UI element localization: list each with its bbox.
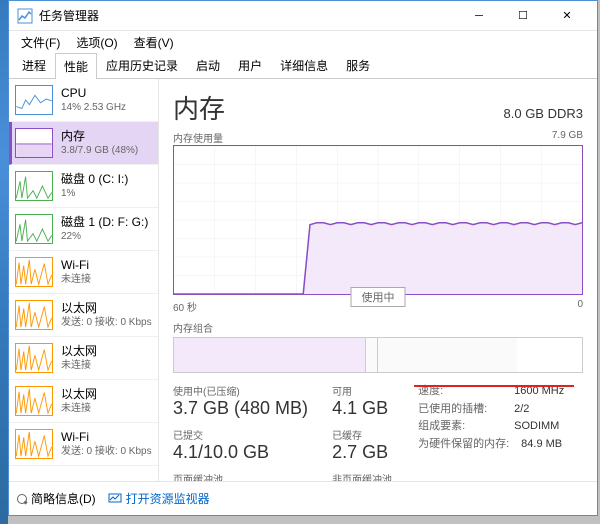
footer: 简略信息(D) 打开资源监视器	[9, 481, 597, 515]
annotation-underline	[414, 385, 574, 387]
sidebar-item-label: 以太网	[61, 387, 152, 403]
sparkline-icon	[15, 300, 53, 330]
stat-committed-value: 4.1/10.0 GB	[173, 442, 308, 463]
sidebar-item-value: 14% 2.53 GHz	[61, 101, 152, 114]
sparkline-icon	[15, 343, 53, 373]
minimize-button[interactable]: ─	[457, 1, 501, 31]
sidebar-item-disk-2[interactable]: 磁盘 0 (C: I:)1%	[9, 165, 158, 208]
tab-processes[interactable]: 进程	[13, 52, 55, 78]
stat-cached-label: 已缓存	[332, 427, 394, 442]
task-manager-window: 任务管理器 ─ ☐ ✕ 文件(F) 选项(O) 查看(V) 进程 性能 应用历史…	[8, 0, 598, 516]
kv-hw-key: 为硬件保留的内存:	[418, 436, 509, 454]
kv-slots-val: 2/2	[514, 401, 529, 419]
tab-app-history[interactable]: 应用历史记录	[97, 52, 187, 78]
maximize-button[interactable]: ☐	[501, 1, 545, 31]
sidebar-item-label: 磁盘 0 (C: I:)	[61, 172, 152, 188]
tab-users[interactable]: 用户	[229, 52, 271, 78]
tabbar: 进程 性能 应用历史记录 启动 用户 详细信息 服务	[9, 53, 597, 79]
tab-details[interactable]: 详细信息	[271, 52, 337, 78]
sparkline-icon	[15, 386, 53, 416]
sidebar-item-net-4[interactable]: Wi-Fi未连接	[9, 251, 158, 294]
sidebar-item-label: 内存	[61, 129, 152, 145]
kv-hw-val: 84.9 MB	[521, 436, 562, 454]
sidebar-item-value: 未连接	[61, 273, 152, 286]
inuse-badge: 使用中	[351, 287, 406, 307]
sparkline-icon	[15, 171, 53, 201]
stat-cached-value: 2.7 GB	[332, 442, 394, 463]
sidebar-item-label: Wi-Fi	[61, 258, 152, 274]
sparkline-icon	[15, 85, 53, 115]
sidebar-item-value: 22%	[61, 230, 152, 243]
app-icon	[17, 8, 33, 24]
fewer-details-button[interactable]: 简略信息(D)	[17, 490, 96, 507]
chevron-up-icon	[17, 494, 27, 504]
open-resource-monitor-link[interactable]: 打开资源监视器	[108, 490, 210, 507]
sidebar-item-label: 以太网	[61, 344, 152, 360]
chart-y-max: 7.9 GB	[552, 130, 583, 145]
stat-inuse-value: 3.7 GB (480 MB)	[173, 398, 308, 419]
sidebar-item-label: Wi-Fi	[61, 430, 152, 446]
sidebar-item-value: 未连接	[61, 359, 152, 372]
menu-file[interactable]: 文件(F)	[13, 32, 68, 53]
sparkline-icon	[15, 257, 53, 287]
kv-slots-key: 已使用的插槽:	[418, 401, 502, 419]
sparkline-icon	[15, 429, 53, 459]
close-button[interactable]: ✕	[545, 1, 589, 31]
window-title: 任务管理器	[39, 7, 457, 24]
stat-avail-value: 4.1 GB	[332, 398, 394, 419]
memory-composition-chart	[173, 337, 583, 373]
chart-x-right: 0	[577, 299, 583, 314]
sidebar-item-label: CPU	[61, 86, 152, 102]
sidebar-item-value: 发送: 0 接收: 0 Kbps	[61, 445, 152, 458]
kv-form-key: 组成要素:	[418, 418, 502, 436]
sidebar-item-value: 发送: 0 接收: 0 Kbps	[61, 316, 152, 329]
main-panel: 内存 8.0 GB DDR3 内存使用量 7.9 GB 60 秒 使用中 0 内…	[159, 79, 597, 481]
sidebar-item-disk-3[interactable]: 磁盘 1 (D: F: G:)22%	[9, 208, 158, 251]
monitor-icon	[108, 492, 122, 506]
stat-inuse-label: 使用中(已压缩)	[173, 383, 308, 398]
menu-options[interactable]: 选项(O)	[68, 32, 125, 53]
sidebar-item-net-6[interactable]: 以太网未连接	[9, 337, 158, 380]
tab-startup[interactable]: 启动	[187, 52, 229, 78]
composition-label: 内存组合	[173, 320, 583, 335]
stat-avail-label: 可用	[332, 383, 394, 398]
sidebar-item-mem-1[interactable]: 内存3.8/7.9 GB (48%)	[9, 122, 158, 165]
chart-x-left: 60 秒	[173, 299, 197, 314]
stat-committed-label: 已提交	[173, 427, 308, 442]
memory-usage-chart	[173, 145, 583, 295]
stat-nonpaged-label: 非页面缓冲池	[332, 471, 394, 481]
stat-paged-label: 页面缓冲池	[173, 471, 308, 481]
sidebar: CPU14% 2.53 GHz内存3.8/7.9 GB (48%)磁盘 0 (C…	[9, 79, 159, 481]
kv-form-val: SODIMM	[514, 418, 559, 436]
sidebar-item-net-7[interactable]: 以太网未连接	[9, 380, 158, 423]
sidebar-item-value: 1%	[61, 187, 152, 200]
sidebar-item-value: 3.8/7.9 GB (48%)	[61, 144, 152, 157]
sidebar-item-net-5[interactable]: 以太网发送: 0 接收: 0 Kbps	[9, 294, 158, 337]
tab-performance[interactable]: 性能	[55, 53, 97, 79]
page-title: 内存	[173, 89, 225, 126]
sidebar-item-label: 磁盘 1 (D: F: G:)	[61, 215, 152, 231]
memory-spec: 8.0 GB DDR3	[504, 106, 583, 121]
sidebar-item-value: 未连接	[61, 402, 152, 415]
menu-view[interactable]: 查看(V)	[126, 32, 182, 53]
sparkline-icon	[15, 214, 53, 244]
titlebar: 任务管理器 ─ ☐ ✕	[9, 1, 597, 31]
sidebar-item-net-8[interactable]: Wi-Fi发送: 0 接收: 0 Kbps	[9, 423, 158, 466]
sidebar-item-label: 以太网	[61, 301, 152, 317]
sparkline-icon	[15, 128, 53, 158]
tab-services[interactable]: 服务	[337, 52, 379, 78]
menubar: 文件(F) 选项(O) 查看(V)	[9, 31, 597, 53]
sidebar-item-cpu-0[interactable]: CPU14% 2.53 GHz	[9, 79, 158, 122]
chart-y-label: 内存使用量	[173, 130, 223, 145]
